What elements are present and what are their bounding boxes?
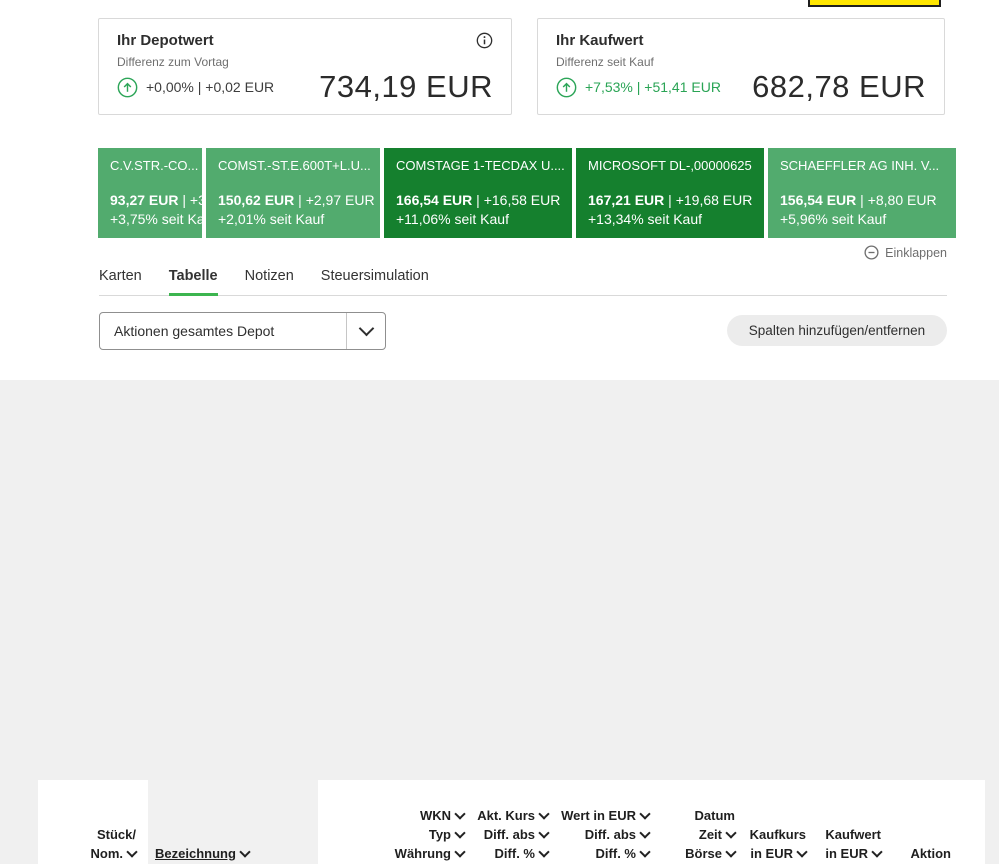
header-stueck[interactable]: Stück/ Nom. (66, 825, 136, 863)
header-datum-zeit-boerse[interactable]: Datum Zeit Börse (649, 806, 735, 863)
position-card-since: +3,75% seit Ka (110, 210, 190, 229)
arrow-up-circle-icon (556, 77, 577, 98)
depotwert-subtitle: Differenz zum Vortag (117, 55, 493, 69)
position-card-since: +13,34% seit Kauf (588, 210, 752, 229)
position-card-name: SCHAEFFLER AG INH. V... (780, 158, 944, 173)
chevron-down-icon (358, 321, 374, 337)
depotwert-diff: +0,00% | +0,02 EUR (146, 79, 274, 95)
columns-config-button[interactable]: Spalten hinzufügen/entfernen (727, 315, 947, 346)
position-card-value: 150,62 EUR | +2,97 EUR (218, 191, 368, 210)
view-tabs: Karten Tabelle Notizen Steuersimulation (99, 268, 947, 296)
header-bezeichnung[interactable]: Bezeichnung (136, 844, 311, 863)
positions-table: Stück/ Nom. Bezeichnung WKN Typ Währung … (38, 780, 985, 864)
header-wkn-typ-waehrung[interactable]: WKN Typ Währung (359, 806, 464, 863)
summary-row: Ihr Depotwert Differenz zum Vortag +0,00… (98, 18, 945, 115)
dropdown-chevron-area[interactable] (346, 313, 385, 349)
position-card-name: MICROSOFT DL-,00000625 (588, 158, 752, 173)
position-card-name: C.V.STR.-CO... (110, 158, 190, 173)
kaufwert-value: 682,78 EUR (752, 69, 926, 105)
kaufwert-subtitle: Differenz seit Kauf (556, 55, 926, 69)
position-card[interactable]: COMST.-ST.E.600T+L.U... 150,62 EUR | +2,9… (206, 148, 380, 238)
tab-notizen[interactable]: Notizen (245, 268, 294, 295)
header-kaufkurs[interactable]: Kaufkurs in EUR (735, 825, 806, 863)
tab-karten[interactable]: Karten (99, 268, 142, 295)
collapse-label: Einklappen (885, 246, 947, 260)
arrow-up-circle-icon (117, 77, 138, 98)
depotwert-value: 734,19 EUR (319, 69, 493, 105)
kaufwert-card: Ihr Kaufwert Differenz seit Kauf +7,53% … (537, 18, 945, 115)
position-cards-row: C.V.STR.-CO... 93,27 EUR | +3,+3,75% seit… (98, 148, 956, 238)
position-card-name: COMST.-ST.E.600T+L.U... (218, 158, 368, 173)
header-wert-in-eur[interactable]: Wert in EUR Diff. abs Diff. % (548, 806, 649, 863)
header-kaufwert[interactable]: Kaufwert in EUR (806, 825, 881, 863)
position-card-name: COMSTAGE 1-TECDAX U.... (396, 158, 560, 173)
kaufwert-diff: +7,53% | +51,41 EUR (585, 79, 721, 95)
position-card[interactable]: C.V.STR.-CO... 93,27 EUR | +3,+3,75% seit… (98, 148, 202, 238)
tab-steuersimulation[interactable]: Steuersimulation (321, 268, 429, 295)
position-card-value: 93,27 EUR | +3, (110, 191, 190, 210)
position-card[interactable]: MICROSOFT DL-,00000625 167,21 EUR | +19,6… (576, 148, 764, 238)
depotwert-title: Ihr Depotwert (117, 32, 214, 49)
position-card-value: 156,54 EUR | +8,80 EUR (780, 191, 944, 210)
tab-tabelle[interactable]: Tabelle (169, 268, 218, 295)
sort-chevron-icon (239, 846, 250, 857)
position-card-since: +11,06% seit Kauf (396, 210, 560, 229)
depot-page: Ihr Depotwert Differenz zum Vortag +0,00… (0, 0, 999, 864)
position-card-since: +2,01% seit Kauf (218, 210, 368, 229)
position-card[interactable]: COMSTAGE 1-TECDAX U.... 166,54 EUR | +16,… (384, 148, 572, 238)
kaufwert-title: Ihr Kaufwert (556, 32, 644, 49)
position-card-since: +5,96% seit Kauf (780, 210, 944, 229)
collapse-positions[interactable]: Einklappen (98, 245, 947, 260)
depot-filter-value: Aktionen gesamtes Depot (100, 323, 346, 339)
info-icon[interactable] (476, 32, 493, 49)
header-akt-kurs[interactable]: Akt. Kurs Diff. abs Diff. % (464, 806, 548, 863)
position-card-value: 166,54 EUR | +16,58 EUR (396, 191, 560, 210)
position-card[interactable]: SCHAEFFLER AG INH. V... 156,54 EUR | +8,8… (768, 148, 956, 238)
header-aktion: Aktion (881, 844, 985, 863)
depot-filter-dropdown[interactable]: Aktionen gesamtes Depot (99, 312, 386, 350)
top-banner-cutoff[interactable] (808, 0, 941, 7)
table-header-row: Stück/ Nom. Bezeichnung WKN Typ Währung … (38, 780, 985, 864)
position-card-value: 167,21 EUR | +19,68 EUR (588, 191, 752, 210)
table-section-background: Stück/ Nom. Bezeichnung WKN Typ Währung … (0, 380, 999, 864)
depotwert-card: Ihr Depotwert Differenz zum Vortag +0,00… (98, 18, 512, 115)
minus-circle-icon (864, 245, 879, 260)
